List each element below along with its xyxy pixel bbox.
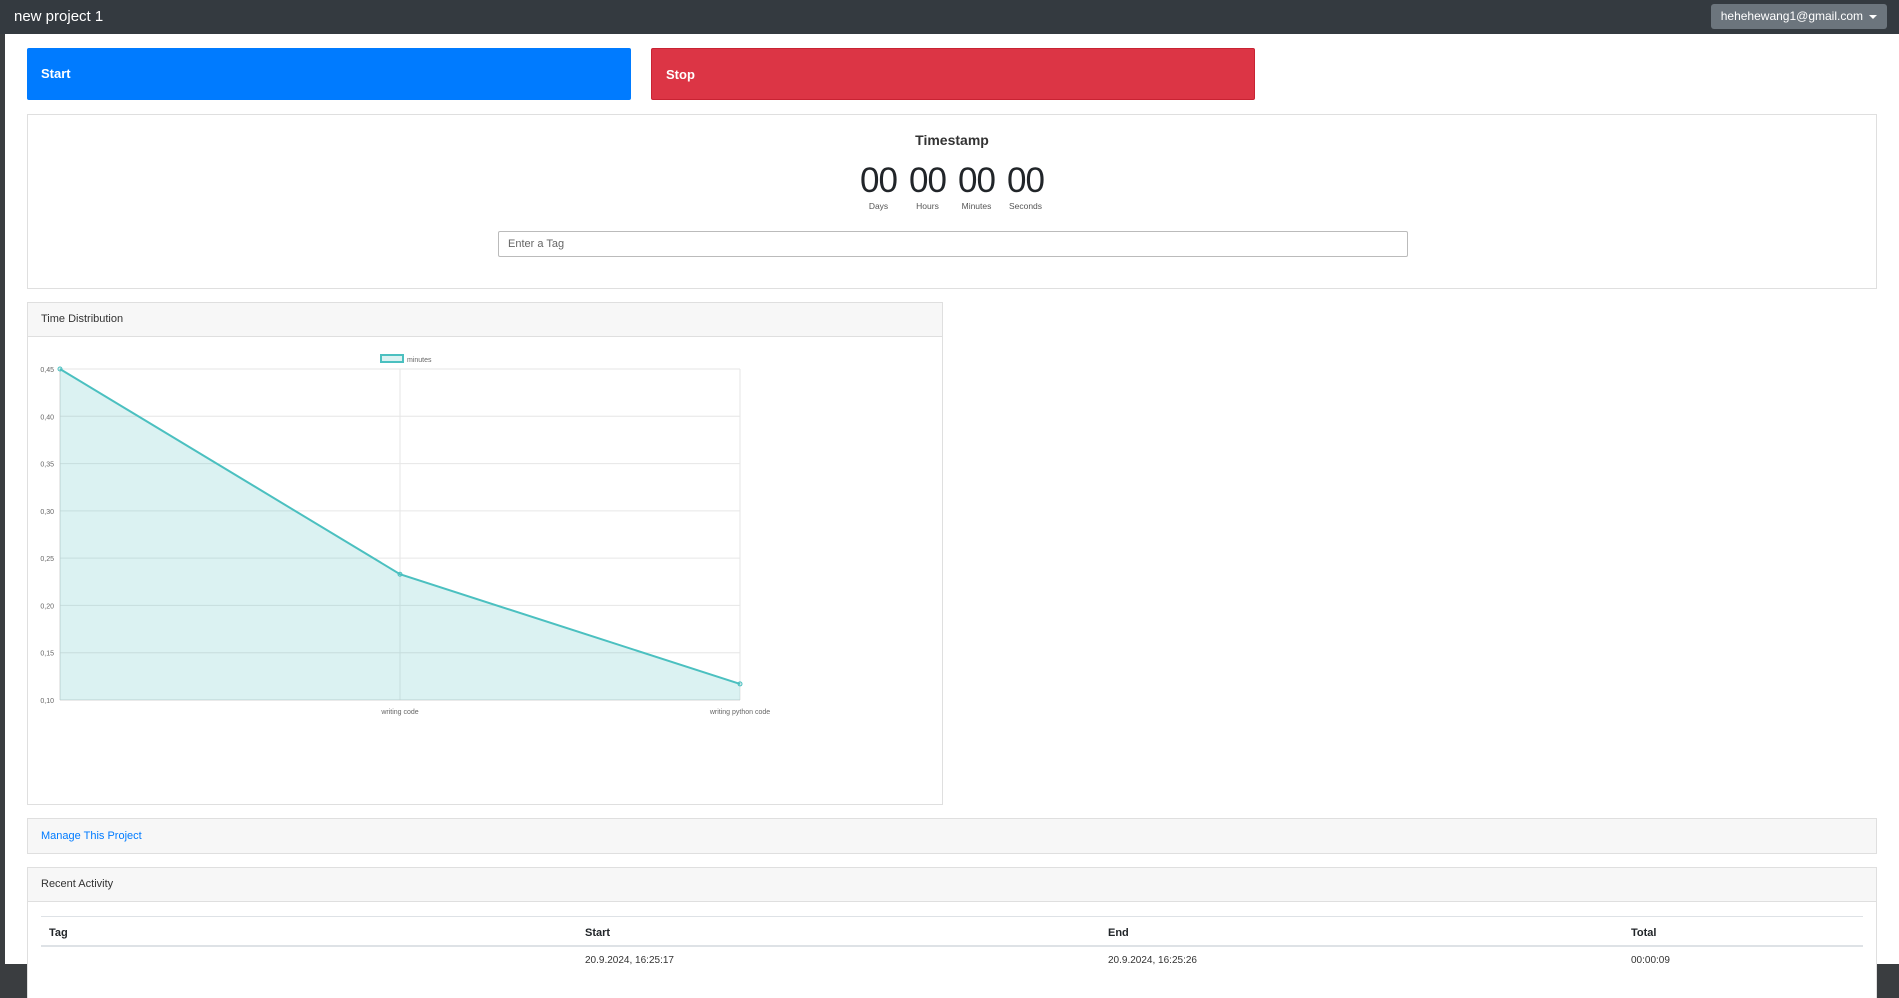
row-total: 00:00:09 (1631, 955, 1670, 966)
clock-hours-value: 00 (909, 161, 947, 200)
recent-activity-header: Recent Activity (28, 868, 1876, 902)
x-tick-label: writing python code (709, 709, 770, 716)
clock-days: 00 Days (859, 161, 899, 212)
recent-activity-card: Recent Activity Tag Start End Total 20.9… (27, 867, 1877, 998)
manage-project-link[interactable]: Manage This Project (41, 830, 142, 842)
start-button[interactable]: Start (27, 48, 631, 100)
time-distribution-card: Time Distribution 0,10 0,15 0,20 0,25 0,30 0,… (27, 302, 943, 805)
main-content: Start Stop Timestamp 00 Days 00 Hours 00… (5, 34, 1899, 998)
clock-days-label: Days (868, 201, 889, 211)
clock-minutes-label: Minutes (961, 201, 992, 211)
column-tag: Tag (41, 916, 577, 947)
clock-minutes: 00 Minutes (957, 161, 997, 212)
table-row[interactable]: 20.9.2024, 16:25:17 20.9.2024, 16:25:26 … (41, 946, 1863, 974)
table-header-row: Tag Start End Total (41, 916, 1863, 947)
data-point (57, 366, 63, 372)
timestamp-title: Timestamp (915, 132, 989, 148)
clock-days-value: 00 (860, 161, 898, 200)
row-start: 20.9.2024, 16:25:17 (585, 955, 674, 966)
y-tick-label: 0,35 (40, 462, 54, 469)
y-tick-label: 0,45 (40, 367, 54, 374)
y-tick-label: 0,15 (40, 651, 54, 658)
timestamp-card: Timestamp 00 Days 00 Hours 00 Minutes 00… (27, 114, 1877, 289)
row-end: 20.9.2024, 16:25:26 (1108, 955, 1197, 966)
user-menu-button[interactable]: hehehewang1@gmail.com (1710, 4, 1887, 29)
legend-label: minutes (407, 357, 432, 364)
user-email: hehehewang1@gmail.com (1720, 9, 1863, 23)
column-end: End (1100, 916, 1623, 947)
clock-seconds: 00 Seconds (1006, 161, 1046, 212)
column-total: Total (1623, 916, 1863, 947)
y-tick-label: 0,10 (40, 698, 54, 705)
clock-hours-label: Hours (916, 201, 939, 211)
time-distribution-header: Time Distribution (28, 303, 942, 337)
data-point (397, 571, 403, 577)
clock-hours: 00 Hours (908, 161, 948, 212)
y-tick-label: 0,25 (40, 556, 54, 563)
stop-button[interactable]: Stop (651, 48, 1255, 100)
countdown-clock: 00 Days 00 Hours 00 Minutes 00 Seconds (28, 161, 1876, 212)
x-tick-label: writing code (380, 709, 418, 716)
clock-seconds-label: Seconds (1008, 201, 1043, 211)
time-distribution-chart: 0,10 0,15 0,20 0,25 0,30 0,35 0,40 0,45 writing … (40, 354, 770, 716)
row-tag (41, 946, 577, 974)
top-navbar: new project 1 hehehewang1@gmail.com (0, 0, 1899, 34)
clock-seconds-value: 00 (1007, 161, 1045, 200)
tag-input[interactable] (498, 231, 1408, 257)
data-point (737, 681, 743, 687)
chevron-down-icon (1869, 14, 1877, 19)
y-tick-label: 0,20 (40, 603, 54, 610)
project-title[interactable]: new project 1 (14, 8, 103, 25)
y-tick-label: 0,30 (40, 509, 54, 516)
y-tick-label: 0,40 (40, 414, 54, 421)
column-start: Start (577, 916, 1100, 947)
manage-card: Manage This Project (27, 818, 1877, 854)
legend-swatch (380, 354, 404, 363)
clock-minutes-value: 00 (958, 161, 996, 200)
activity-table: Tag Start End Total 20.9.2024, 16:25:17 … (41, 916, 1863, 974)
